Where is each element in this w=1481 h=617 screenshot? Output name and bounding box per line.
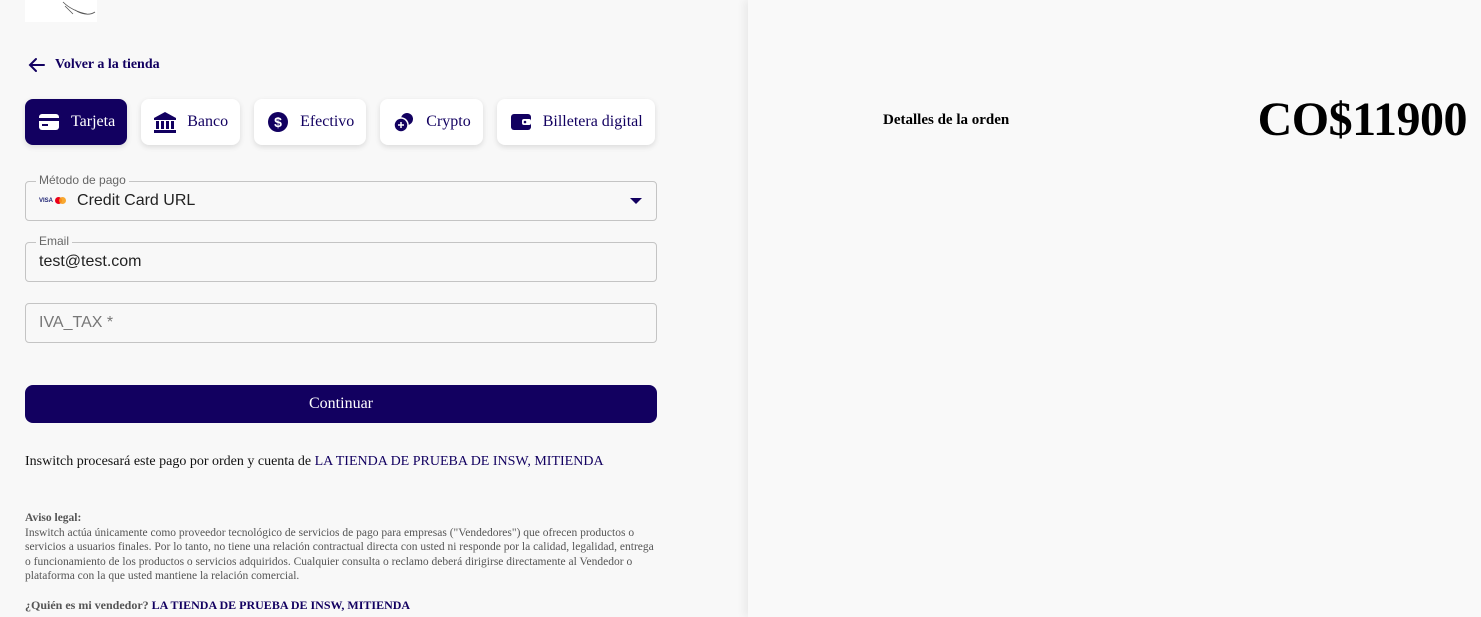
card-brands-icon: VISA (39, 197, 67, 205)
iva-tax-field[interactable]: IVA_TAX * (25, 303, 657, 343)
order-amount: CO$11900 (1257, 93, 1468, 146)
tab-billetera-digital[interactable]: Billetera digital (496, 99, 655, 145)
bank-icon (153, 110, 177, 134)
tab-label: Banco (187, 113, 229, 130)
payment-method-value: Credit Card URL (77, 192, 196, 209)
credit-card-icon (37, 110, 61, 134)
email-label: Email (36, 234, 73, 248)
arrow-left-icon (28, 58, 45, 72)
tab-crypto[interactable]: Crypto (380, 99, 483, 145)
tab-label: Efectivo (300, 113, 355, 130)
email-value: test@test.com (39, 253, 142, 270)
tab-efectivo[interactable]: $ Efectivo (254, 99, 367, 145)
payment-method-label: Método de pago (36, 173, 129, 187)
wallet-icon (509, 110, 533, 134)
back-label: Volver a la tienda (55, 57, 160, 72)
merchant-name: LA TIENDA DE PRUEBA DE INSW, MITIENDA (314, 454, 604, 469)
crypto-icon (392, 110, 416, 134)
tab-banco[interactable]: Banco (141, 99, 241, 145)
seller-name: LA TIENDA DE PRUEBA DE INSW, MITIENDA (151, 598, 411, 612)
tab-tarjeta[interactable]: Tarjeta (25, 99, 128, 145)
payment-method-select[interactable]: Método de pago VISA Credit Card URL (25, 173, 657, 221)
tab-label: Tarjeta (71, 113, 116, 130)
mastercard-icon (55, 197, 67, 205)
legal-notice: Aviso legal: Inswitch actúa únicamente c… (25, 511, 660, 584)
visa-logo: VISA (39, 198, 54, 204)
checkout-form-panel: Volver a la tienda Tarjeta Banco $ Efect… (0, 0, 748, 617)
legal-body: Inswitch actúa únicamente como proveedor… (25, 526, 654, 583)
tab-label: Billetera digital (542, 113, 643, 130)
email-field[interactable]: Email test@test.com (25, 234, 657, 282)
chevron-down-icon (630, 198, 642, 204)
processing-notice: Inswitch procesará este pago por orden y… (25, 454, 604, 470)
iva-tax-placeholder: IVA_TAX * (39, 314, 114, 331)
back-to-store-link[interactable]: Volver a la tienda (27, 55, 160, 75)
store-logo (25, 0, 97, 22)
continue-button[interactable]: Continuar (25, 385, 657, 423)
seller-info: ¿Quién es mi vendedor? LA TIENDA DE PRUE… (25, 598, 410, 613)
legal-title: Aviso legal: (25, 512, 82, 524)
processing-text: Inswitch procesará este pago por orden y… (25, 454, 315, 469)
who-label: ¿Quién es mi vendedor? (25, 598, 149, 612)
tab-label: Crypto (426, 113, 471, 130)
dollar-icon: $ (266, 110, 290, 134)
order-details-title: Detalles de la orden (883, 112, 1010, 128)
svg-text:$: $ (274, 114, 282, 130)
payment-type-tabs: Tarjeta Banco $ Efectivo Crypto Billeter… (25, 99, 655, 145)
